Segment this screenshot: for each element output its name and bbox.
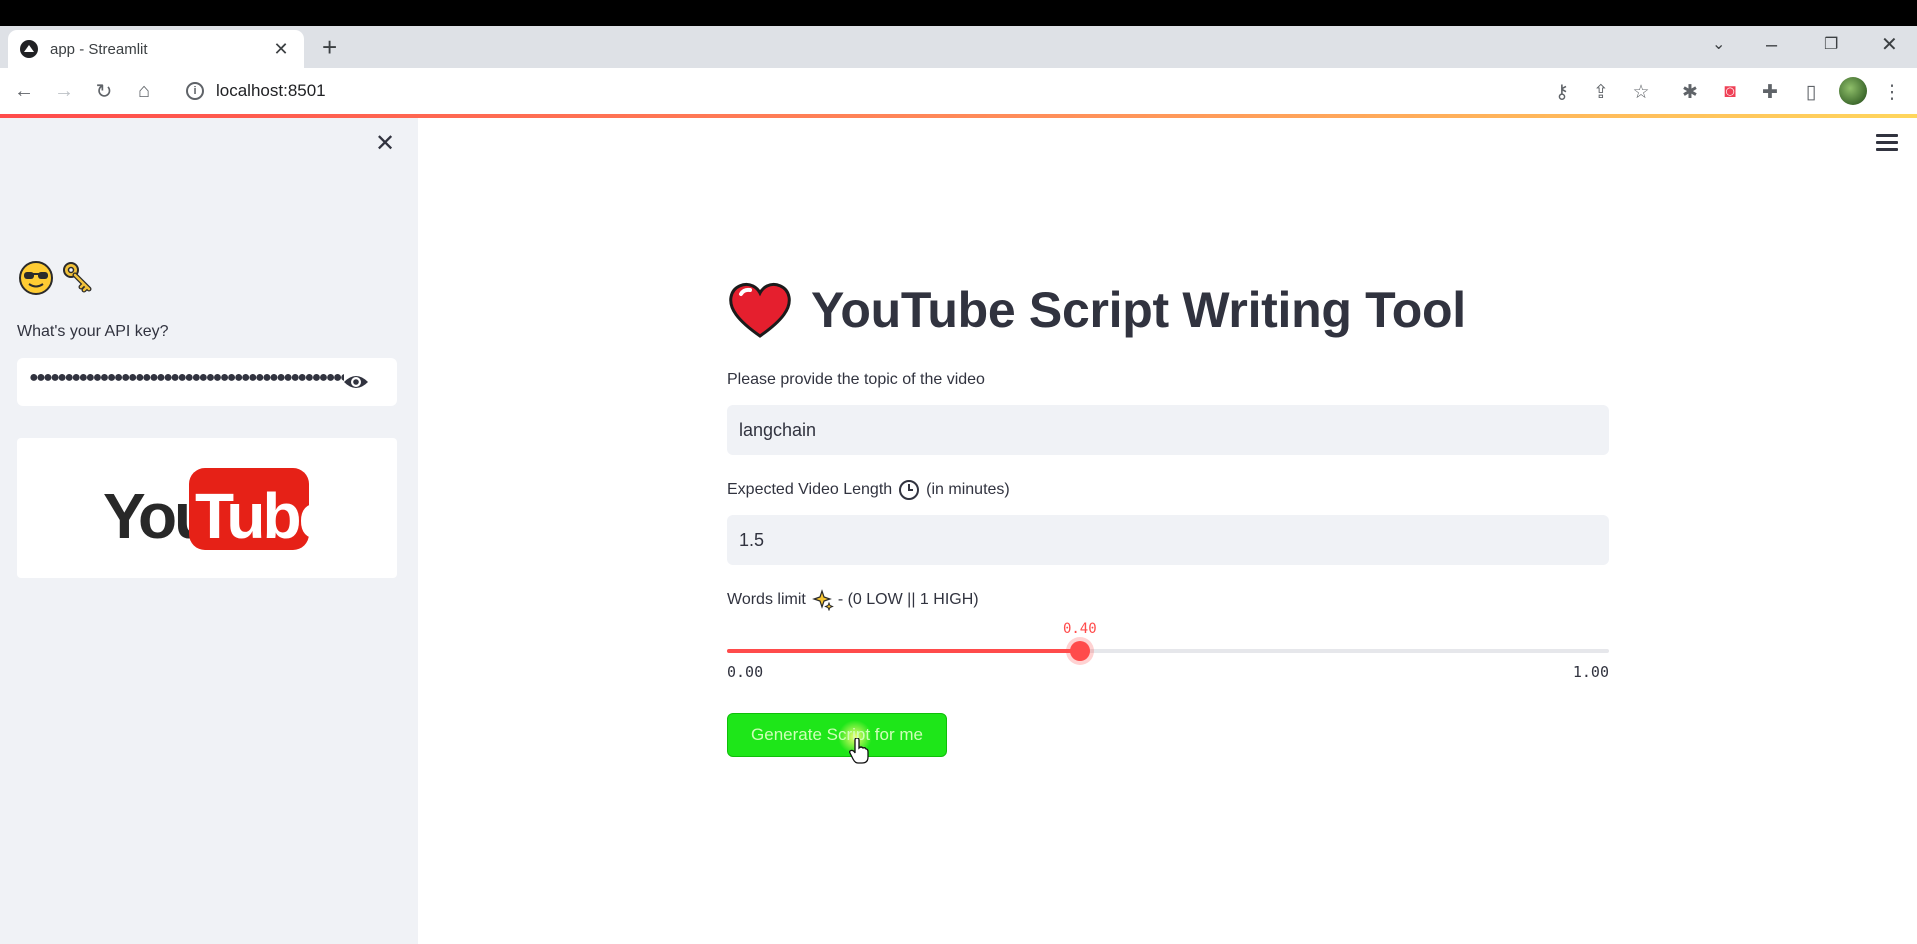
- main-menu-icon[interactable]: [1876, 134, 1898, 155]
- screen-top-band: [0, 0, 1917, 26]
- length-label: Expected Video Length (in minutes): [727, 479, 1010, 501]
- window-close-icon[interactable]: ✕: [1881, 32, 1898, 58]
- puzzle-icon[interactable]: ✚: [1758, 80, 1782, 104]
- minimize-icon[interactable]: –: [1766, 32, 1777, 58]
- restore-icon[interactable]: ❐: [1824, 32, 1838, 58]
- page-title-text: YouTube Script Writing Tool: [811, 282, 1466, 338]
- length-label-text: Expected Video Length: [727, 481, 893, 498]
- streamlit-app: ✕ What's your API key? ●●●●●●●●●●●●●●●●●…: [0, 118, 1917, 944]
- sidebar: ✕ What's your API key? ●●●●●●●●●●●●●●●●●…: [0, 118, 418, 944]
- slider-fill: [727, 649, 1080, 653]
- pocket-icon[interactable]: ◙: [1718, 80, 1742, 104]
- site-info-icon[interactable]: i: [186, 82, 204, 100]
- words-limit-label: Words limit - (0 LOW || 1 HIGH): [727, 589, 979, 611]
- topic-input-value: langchain: [739, 419, 817, 440]
- browser-tabstrip: app - Streamlit ✕ + ⌄ – ❐ ✕: [0, 26, 1917, 68]
- youtube-logo-card: You Tube: [17, 438, 397, 578]
- tab-title: app - Streamlit: [50, 40, 148, 58]
- topic-input[interactable]: langchain: [727, 405, 1609, 455]
- browser-tab[interactable]: app - Streamlit ✕: [8, 30, 304, 68]
- slider-track[interactable]: [727, 641, 1609, 661]
- sidebar-emojis: [18, 260, 96, 296]
- tab-close-icon[interactable]: ✕: [270, 39, 292, 60]
- sparkles-icon: [811, 589, 834, 611]
- star-icon[interactable]: ☆: [1629, 80, 1653, 104]
- youtube-logo: You Tube: [103, 468, 336, 552]
- slider-min-label: 0.00: [727, 663, 764, 681]
- clock-icon: [899, 480, 920, 500]
- key-emoji-icon: [63, 262, 92, 293]
- hand-cursor-icon: [849, 738, 869, 764]
- sidepanel-icon[interactable]: ▯: [1799, 80, 1823, 104]
- profile-avatar[interactable]: [1839, 77, 1867, 105]
- youtube-logo-tube: Tube: [195, 480, 333, 552]
- page-title: YouTube Script Writing Tool: [727, 280, 1466, 340]
- generate-script-button[interactable]: Generate Script for me: [727, 713, 947, 757]
- api-key-input[interactable]: ●●●●●●●●●●●●●●●●●●●●●●●●●●●●●●●●●●●●●●●●…: [17, 358, 397, 406]
- home-icon[interactable]: ⌂: [130, 77, 158, 105]
- show-password-eye-icon[interactable]: [343, 371, 369, 393]
- sunglasses-emoji-icon: [19, 261, 53, 295]
- reload-icon[interactable]: ↻: [90, 77, 118, 105]
- browser-toolbar: ← → ↻ ⌂ i localhost:8501 ⚷ ⇪ ☆ ✱ ◙ ✚ ▯ ⋮: [0, 68, 1917, 114]
- key-icon[interactable]: ⚷: [1550, 80, 1574, 104]
- url-text: localhost:8501: [216, 81, 326, 100]
- slider-current-value: 0.40: [1062, 621, 1097, 637]
- forward-arrow-icon[interactable]: →: [50, 77, 78, 105]
- length-label-unit: (in minutes): [926, 481, 1010, 498]
- heart-icon: [729, 282, 791, 338]
- extension-bug-icon[interactable]: ✱: [1678, 80, 1702, 104]
- slider-max-label: 1.00: [1572, 663, 1609, 681]
- back-arrow-icon[interactable]: ←: [10, 77, 38, 105]
- new-tab-button[interactable]: +: [322, 34, 337, 60]
- api-key-label: What's your API key?: [17, 323, 169, 340]
- words-limit-range-text: - (0 LOW || 1 HIGH): [837, 591, 979, 608]
- slider-thumb[interactable]: [1069, 641, 1090, 661]
- streamlit-favicon-icon: [20, 40, 38, 58]
- generate-script-button-label: Generate Script for me: [751, 725, 923, 744]
- topic-label: Please provide the topic of the video: [727, 371, 985, 388]
- tab-search-chevron-icon[interactable]: ⌄: [1712, 32, 1725, 58]
- address-bar[interactable]: i localhost:8501: [176, 73, 1556, 109]
- words-limit-label-text: Words limit: [727, 591, 806, 608]
- words-limit-slider[interactable]: 0.40 0.00 1.00: [727, 118, 1609, 681]
- share-icon[interactable]: ⇪: [1589, 80, 1613, 104]
- sidebar-close-icon[interactable]: ✕: [375, 132, 395, 156]
- api-key-masked-value: ●●●●●●●●●●●●●●●●●●●●●●●●●●●●●●●●●●●●●●●●…: [29, 369, 344, 386]
- length-input-value: 1.5: [739, 529, 765, 550]
- length-input[interactable]: 1.5: [727, 515, 1609, 565]
- kebab-menu-icon[interactable]: ⋮: [1880, 80, 1904, 104]
